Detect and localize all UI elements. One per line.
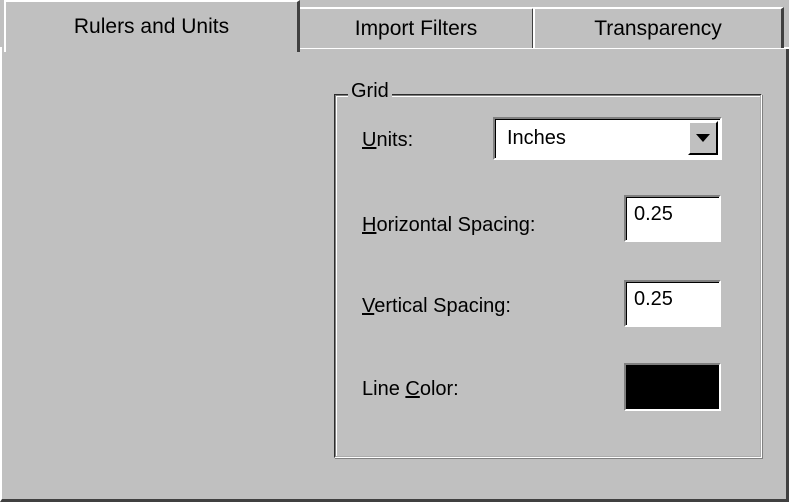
tab-rulers-and-units[interactable]: Rulers and Units <box>4 0 300 52</box>
grid-group-title: Grid <box>348 80 392 103</box>
units-combobox[interactable]: Inches <box>493 117 722 160</box>
line-color-label: Line Color: <box>362 378 459 400</box>
tab-transparency[interactable]: Transparency <box>533 7 784 48</box>
units-dropdown-button[interactable] <box>688 121 718 155</box>
horizontal-spacing-value: 0.25 <box>634 203 673 225</box>
horizontal-spacing-input[interactable]: 0.25 <box>624 195 721 242</box>
line-color-swatch[interactable] <box>624 363 721 411</box>
units-label: Units: <box>362 129 414 151</box>
tab-import-filters[interactable]: Import Filters <box>298 7 535 48</box>
vertical-spacing-input[interactable]: 0.25 <box>624 280 721 327</box>
tab-label: Transparency <box>594 16 722 40</box>
chevron-down-icon <box>696 134 710 142</box>
tab-label: Rulers and Units <box>73 15 230 38</box>
options-dialog: Rulers and Units Import Filters Transpar… <box>0 0 789 502</box>
tab-label: Import Filters <box>354 16 478 40</box>
units-value: Inches <box>507 127 566 149</box>
horizontal-spacing-label: Horizontal Spacing: <box>362 214 536 236</box>
vertical-spacing-value: 0.25 <box>634 288 673 310</box>
vertical-spacing-label: Vertical Spacing: <box>362 295 511 317</box>
